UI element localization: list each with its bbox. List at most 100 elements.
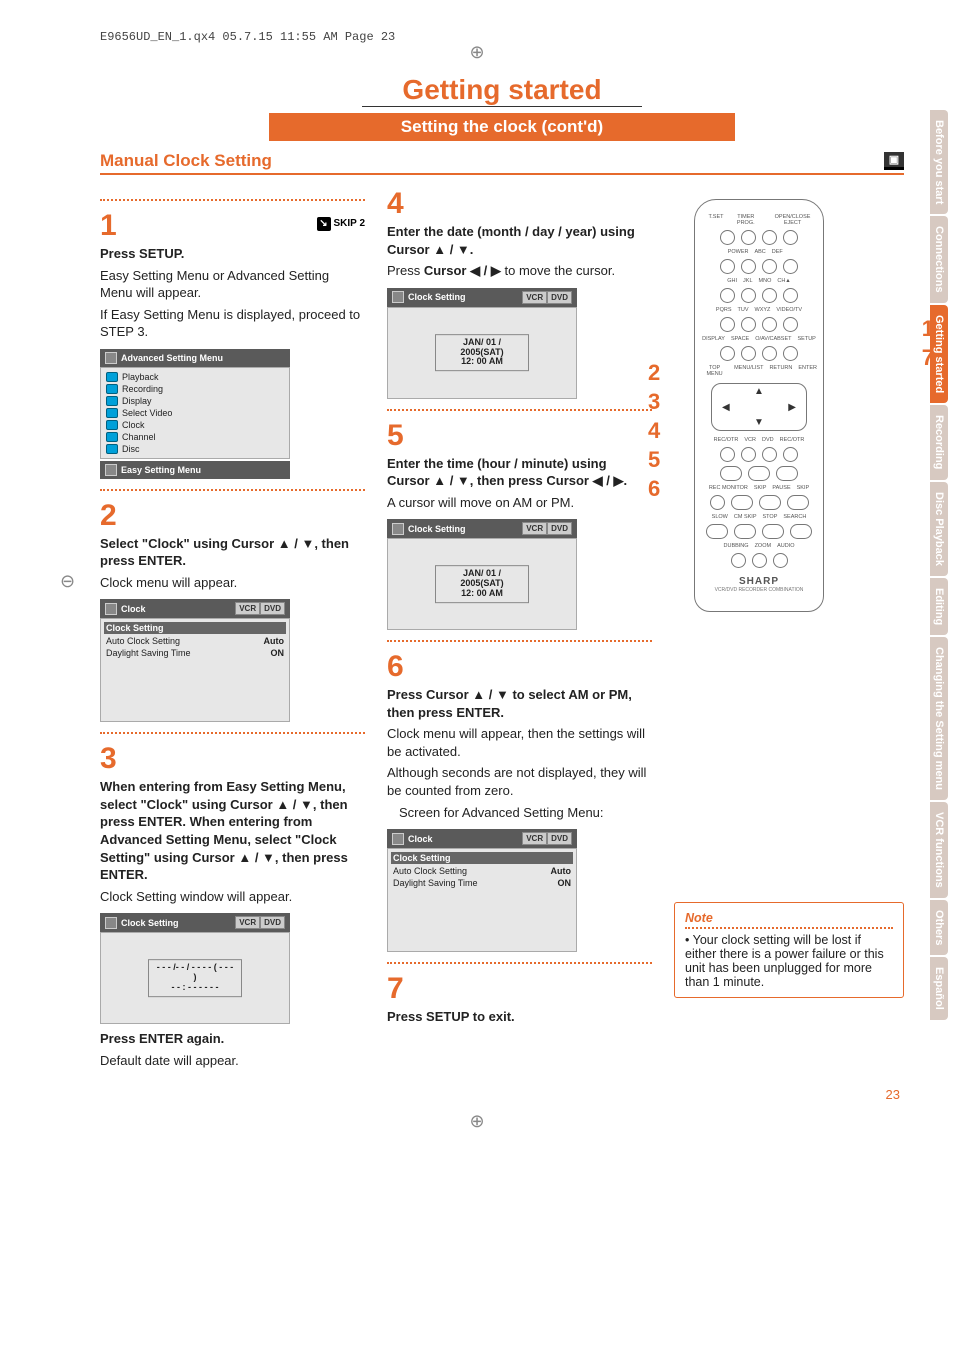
row-icon: [106, 396, 118, 406]
skip-label: SKIP 2: [334, 218, 366, 229]
tab-vcr: VCR: [235, 916, 260, 929]
btn-label: STOP: [763, 514, 778, 520]
btn-label: DISPLAY: [702, 336, 725, 342]
remote-button: [720, 466, 742, 481]
osd-row-label: Auto Clock Setting: [393, 866, 467, 876]
callout-right-stack: 1 7: [922, 311, 934, 369]
osd-title: Clock: [121, 604, 146, 614]
btn-label: SLOW: [712, 514, 728, 520]
step-4-head: Enter the date (month / day / year) usin…: [387, 223, 652, 258]
page-subtitle: Setting the clock (cont'd): [269, 113, 735, 141]
btn-label: ABC: [754, 249, 765, 255]
osd-row-val: Auto: [551, 866, 572, 876]
remote-button: [720, 259, 735, 274]
crop-mark-bottom: ⊕: [469, 1111, 484, 1132]
osd-row-label: Daylight Saving Time: [393, 878, 478, 888]
tab-dvd: DVD: [260, 602, 285, 615]
step-4-p1: Press Cursor ◀ / ▶ to move the cursor.: [387, 262, 652, 280]
osd-footer: Easy Setting Menu: [121, 465, 201, 475]
step-1-p1: Easy Setting Menu or Advanced Setting Me…: [100, 267, 365, 302]
row-icon: [106, 420, 118, 430]
btn-label: DUBBING: [724, 543, 749, 549]
step-1-number: 1 ↘SKIP 2: [100, 211, 365, 241]
btn-label: ZOOM: [755, 543, 772, 549]
step-6-head: Press Cursor ▲ / ▼ to select AM or PM, t…: [387, 686, 652, 721]
remote-button: [741, 346, 756, 361]
note-body: • Your clock setting will be lost if eit…: [685, 933, 893, 989]
remote-button: [783, 259, 798, 274]
remote-button: [731, 553, 746, 568]
page-number: 23: [100, 1087, 904, 1102]
step-5-head: Enter the time (hour / minute) using Cur…: [387, 455, 652, 490]
right-column: 2 3 4 5 6 T.SETTIMER PROG.OPEN/CLOSE EJE…: [674, 189, 904, 1073]
osd-title: Clock: [408, 834, 433, 844]
crop-mark-left: ⊖: [60, 571, 75, 592]
remote-button: [720, 317, 735, 332]
tab-vcr: VCR: [522, 522, 547, 535]
osd-item: Select Video: [122, 408, 172, 418]
osd-title: Clock Setting: [408, 524, 466, 534]
remote-button: [762, 230, 777, 245]
btn-label: RETURN: [769, 365, 792, 377]
osd-date: Clock Setting VCRDVD JAN/ 01 / 2005(SAT)…: [387, 288, 577, 399]
btn-label: PAUSE: [772, 485, 790, 491]
remote-button: [710, 495, 725, 510]
remote-dpad: ▲ ▼ ◀ ▶: [711, 383, 807, 431]
osd-date-box: JAN/ 01 / 2005(SAT) 12: 00 AM: [435, 334, 529, 372]
btn-label: T.SET: [709, 214, 724, 226]
remote-button: [741, 288, 756, 303]
step-3-tail-head: Press ENTER again.: [100, 1030, 365, 1048]
osd-row-val: Auto: [264, 636, 285, 646]
btn-label: REC/OTR: [714, 437, 739, 443]
callout-num: 6: [648, 477, 660, 500]
remote-button: [783, 447, 798, 462]
placeholder-time: - - : - - - - - -: [155, 983, 235, 993]
step-3-number: 3: [100, 744, 365, 774]
remote-button: [720, 230, 735, 245]
step-2-head: Select "Clock" using Cursor ▲ / ▼, then …: [100, 535, 365, 570]
osd-row-label: Clock Setting: [393, 853, 451, 863]
btn-label: TIMER PROG.: [730, 214, 763, 226]
osd-row-val: ON: [271, 648, 285, 658]
callout-num: 2: [648, 361, 660, 384]
page-title: Getting started: [362, 74, 641, 107]
clock-icon: [392, 833, 404, 845]
osd-row-label: Daylight Saving Time: [106, 648, 191, 658]
btn-label: TOP MENU: [701, 365, 728, 377]
remote-button: [748, 466, 770, 481]
vcr-icon: ▣: [884, 152, 904, 170]
step-4-number: 4: [387, 189, 652, 219]
btn-label: POWER: [728, 249, 749, 255]
text-span: to move the cursor.: [501, 263, 615, 278]
remote-button: [741, 259, 756, 274]
remote-button: [783, 288, 798, 303]
step-2-number: 2: [100, 501, 365, 531]
menu-icon: [105, 352, 117, 364]
text-span: Press: [387, 263, 424, 278]
print-header: E9656UD_EN_1.qx4 05.7.15 11:55 AM Page 2…: [100, 30, 904, 44]
osd-item: Playback: [122, 372, 159, 382]
remote-button: [762, 317, 777, 332]
callout-left-stack: 2 3 4 5 6: [648, 355, 666, 500]
btn-label: DEF: [772, 249, 783, 255]
remote-button: [734, 524, 756, 539]
remote-button: [790, 524, 812, 539]
left-column: 1 ↘SKIP 2 Press SETUP. Easy Setting Menu…: [100, 189, 365, 1073]
clock-icon: [392, 523, 404, 535]
osd-clock-menu-2: Clock VCRDVD Clock Setting Auto Clock Se…: [387, 829, 577, 952]
side-tab: Español: [930, 957, 948, 1020]
remote-button: [706, 524, 728, 539]
remote-button: [787, 495, 809, 510]
osd-item: Disc: [122, 444, 140, 454]
note-heading: Note: [685, 911, 893, 929]
section-heading-text: Manual Clock Setting: [100, 151, 272, 171]
remote-button: [752, 553, 767, 568]
btn-label: CM SKIP: [734, 514, 757, 520]
menu-icon: [105, 464, 117, 476]
btn-label: OPEN/CLOSE EJECT: [768, 214, 817, 226]
row-icon: [106, 372, 118, 382]
btn-label: ENTER: [798, 365, 817, 377]
step-6-caption: Screen for Advanced Setting Menu:: [399, 804, 652, 822]
side-tab: Recording: [930, 405, 948, 479]
step-7-head: Press SETUP to exit.: [387, 1008, 652, 1026]
